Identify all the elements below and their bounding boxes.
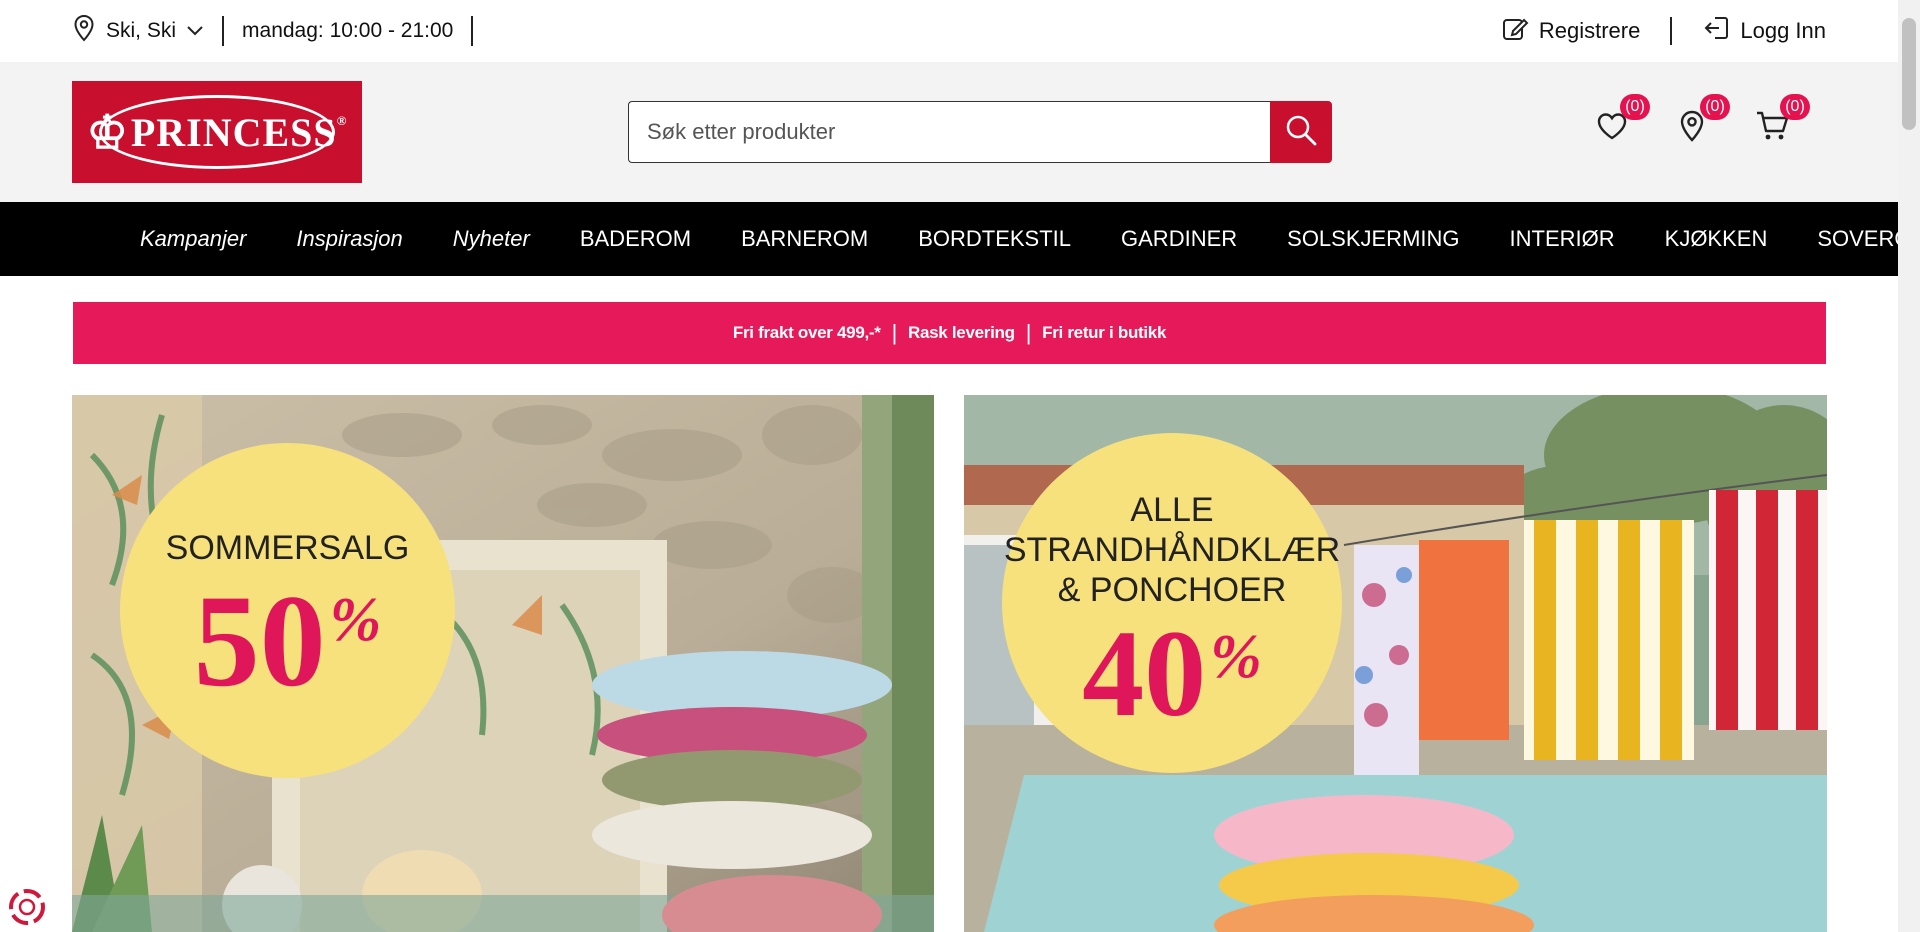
scrollbar-thumb[interactable]: [1902, 18, 1916, 130]
nav-item-kjokken[interactable]: KJØKKEN: [1665, 226, 1768, 252]
summer-sale-badge: SOMMERSALG 50%: [120, 443, 455, 778]
top-utility-bar: Ski, Ski mandag: 10:00 - 21:00 Registrer…: [0, 0, 1898, 62]
login-icon: [1702, 14, 1730, 48]
summer-sale-discount: 50%: [193, 566, 382, 714]
promo-free-return: Fri retur i butikk: [1042, 323, 1167, 342]
nav-item-inspirasjon[interactable]: Inspirasjon: [296, 226, 402, 252]
login-link[interactable]: Logg Inn: [1702, 14, 1826, 48]
register-label: Registrere: [1538, 18, 1641, 43]
beach-towels-title-line3: & PONCHOER: [1057, 571, 1287, 610]
wishlist-button[interactable]: (0): [1594, 94, 1650, 148]
divider: [1670, 17, 1673, 45]
cookie-icon: [8, 889, 46, 930]
main-navigation: Kampanjer Inspirasjon Nyheter BADEROM BA…: [0, 202, 1920, 276]
nav-item-kampanjer[interactable]: Kampanjer: [140, 226, 246, 252]
site-header: ♔PRINCESS® (0) (0): [0, 62, 1898, 202]
search-bar: [628, 101, 1332, 163]
beach-towels-badge: ALLE STRANDHÅNDKLÆR & PONCHOER 40%: [1002, 433, 1342, 773]
promo-divider: |: [1025, 320, 1032, 345]
promo-free-shipping: Fri frakt over 499,-*: [732, 323, 881, 342]
promo-strip: Fri frakt over 499,-* | Rask levering | …: [73, 302, 1826, 364]
divider: [222, 16, 225, 46]
promo-divider: |: [891, 320, 898, 345]
divider: [471, 16, 474, 46]
nav-item-interior[interactable]: INTERIØR: [1510, 226, 1615, 252]
promo-fast-delivery: Rask levering: [908, 323, 1015, 342]
cart-button[interactable]: (0): [1754, 94, 1810, 148]
login-label: Logg Inn: [1740, 18, 1826, 43]
stores-count-badge: (0): [1700, 94, 1730, 120]
percent-sign: %: [329, 585, 382, 654]
page-scrollbar[interactable]: [1898, 0, 1920, 932]
search-button[interactable]: [1270, 101, 1332, 163]
wishlist-count-badge: (0): [1620, 94, 1650, 120]
beach-towels-discount: 40%: [1082, 612, 1262, 736]
summer-sale-banner[interactable]: SOMMERSALG 50%: [72, 395, 934, 932]
beach-towels-title-line1: ALLE: [1130, 490, 1214, 529]
nav-item-solskjerming[interactable]: SOLSKJERMING: [1287, 226, 1459, 252]
account-links: Registrere Logg Inn: [1501, 14, 1826, 48]
search-input[interactable]: [628, 101, 1270, 163]
opening-hours: mandag: 10:00 - 21:00: [242, 19, 454, 42]
register-link[interactable]: Registrere: [1501, 14, 1640, 48]
nav-item-baderom[interactable]: BADEROM: [580, 226, 691, 252]
summer-sale-title: SOMMERSALG: [165, 529, 410, 568]
beach-towels-banner[interactable]: ALLE STRANDHÅNDKLÆR & PONCHOER 40%: [964, 395, 1827, 932]
chevron-down-icon: [186, 19, 204, 43]
store-selector[interactable]: Ski, Ski: [72, 14, 204, 48]
nav-item-nyheter[interactable]: Nyheter: [453, 226, 530, 252]
princess-logo[interactable]: ♔ PRINCESS ®: [72, 81, 362, 183]
beach-towels-title-line2: STRANDHÅNDKLÆR: [1003, 530, 1341, 569]
logo-oval: ♔ PRINCESS ®: [87, 95, 346, 169]
discount-value: 50: [193, 566, 326, 714]
page: Ski, Ski mandag: 10:00 - 21:00 Registrer…: [0, 0, 1920, 932]
store-locator-button[interactable]: (0): [1674, 94, 1730, 148]
nav-item-barnerom[interactable]: BARNEROM: [741, 226, 868, 252]
discount-value: 40: [1082, 605, 1207, 743]
percent-sign: %: [1210, 623, 1262, 692]
cookie-settings-button[interactable]: [8, 888, 46, 926]
logo-text: PRINCESS: [130, 109, 337, 155]
search-icon: [1284, 113, 1318, 152]
nav-item-bordtekstil[interactable]: BORDTEKSTIL: [918, 226, 1071, 252]
store-name: Ski, Ski: [106, 19, 177, 42]
cart-count-badge: (0): [1780, 94, 1810, 120]
nav-item-gardiner[interactable]: GARDINER: [1121, 226, 1237, 252]
header-icons: (0) (0) (0): [1594, 94, 1810, 148]
edit-icon: [1501, 14, 1529, 48]
location-pin-icon: [72, 14, 96, 48]
